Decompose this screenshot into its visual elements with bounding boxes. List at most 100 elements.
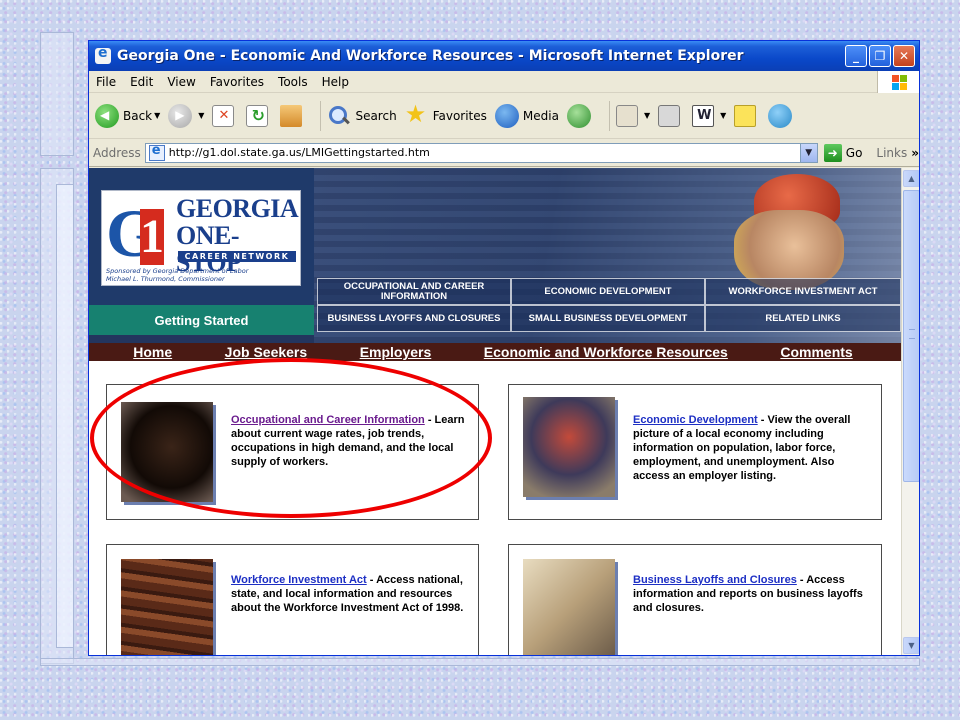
favorites-label: Favorites [432,108,487,123]
scroll-up-button[interactable]: ▲ [903,170,919,187]
georgia-one-stop-logo[interactable]: G 1 GEORGIA ONE-STOP CAREER NETWORK Spon… [101,190,301,286]
dropdown-arrow-icon: ▼ [643,111,651,120]
messenger-button[interactable] [768,103,796,128]
dropdown-arrow-icon: ▼ [154,111,161,120]
address-url: http://g1.dol.state.ga.us/LMIGettingstar… [168,146,430,159]
logo-area: G 1 GEORGIA ONE-STOP CAREER NETWORK Spon… [89,168,314,305]
windows-logo-icon [877,71,919,93]
menu-favorites[interactable]: Favorites [203,75,271,89]
dropdown-arrow-icon: ▼ [198,111,205,120]
toolbar-separator [320,100,322,131]
back-arrow-icon [95,103,119,128]
search-icon [327,104,351,128]
scroll-down-button[interactable]: ▼ [903,637,919,654]
card-workforce-investment: Workforce Investment Act - Access nation… [106,544,479,655]
nav-related-links[interactable]: RELATED LINKS [705,305,901,332]
menu-help[interactable]: Help [315,75,356,89]
address-input[interactable]: http://g1.dol.state.ga.us/LMIGettingstar… [144,142,818,163]
mail-button[interactable]: ▼ [615,104,651,127]
mail-icon [615,104,638,127]
address-bar: Address http://g1.dol.state.ga.us/LMIGet… [89,139,919,167]
g1-logo-mark: G 1 [106,195,164,271]
printer-icon [658,104,681,127]
media-label: Media [522,108,559,123]
nav-occupational-career-information[interactable]: OCCUPATIONAL AND CAREER INFORMATION [317,278,511,305]
address-dropdown-icon[interactable]: ▼ [799,143,817,162]
note-icon [734,104,757,127]
menu-view[interactable]: View [160,75,202,89]
refresh-button[interactable] [246,104,272,127]
nav-comments[interactable]: Comments [780,344,852,360]
vertical-scrollbar[interactable]: ▲ ▼ [901,168,919,655]
nav-workforce-investment-act[interactable]: WORKFORCE INVESTMENT ACT [705,278,901,305]
refresh-icon [246,104,269,127]
stop-button[interactable] [212,104,238,127]
menu-tools[interactable]: Tools [271,75,315,89]
nav-employers[interactable]: Employers [360,344,432,360]
nav-small-business-development[interactable]: SMALL BUSINESS DEVELOPMENT [511,305,705,332]
chevron-right-icon: » [911,145,919,160]
go-label: Go [845,145,863,160]
home-button[interactable] [280,104,306,127]
history-button[interactable] [566,103,595,128]
card-business-layoffs: Business Layoffs and Closures - Access i… [508,544,882,655]
window-title: Georgia One - Economic And Workforce Res… [117,48,744,64]
search-label: Search [355,108,397,123]
page-viewport: G 1 GEORGIA ONE-STOP CAREER NETWORK Spon… [89,168,901,655]
site-header: G 1 GEORGIA ONE-STOP CAREER NETWORK Spon… [89,168,901,343]
links-button[interactable]: Links» [876,146,919,160]
nav-job-seekers[interactable]: Job Seekers [225,344,308,360]
back-label: Back [123,108,153,123]
back-button[interactable]: Back ▼ [95,103,161,128]
history-icon [566,103,591,128]
nav-business-layoffs-closures[interactable]: BUSINESS LAYOFFS AND CLOSURES [317,305,511,332]
site-top-nav: Home Job Seekers Employers Economic and … [89,343,901,361]
card-description: Occupational and Career Information - Le… [231,414,465,468]
menu-file[interactable]: File [89,75,123,89]
menu-edit[interactable]: Edit [123,75,160,89]
card-image [121,559,213,655]
slide-frame-bottom [40,658,920,666]
close-button[interactable]: ✕ [893,45,915,67]
window-controls: _ ❐ ✕ [845,45,915,67]
toolbar-separator [608,100,610,131]
economic-development-link[interactable]: Economic Development [633,414,758,426]
go-button[interactable]: ➜ Go [823,143,863,162]
card-image [523,559,615,655]
nav-economic-workforce-resources[interactable]: Economic and Workforce Resources [484,344,728,360]
maximize-button[interactable]: ❐ [869,45,891,67]
occupational-career-link[interactable]: Occupational and Career Information [231,414,425,426]
nav-home[interactable]: Home [133,344,172,360]
scroll-thumb[interactable] [903,190,919,482]
nav-economic-development[interactable]: ECONOMIC DEVELOPMENT [511,278,705,305]
discuss-button[interactable] [734,104,760,127]
card-image [523,397,615,497]
card-image [121,402,213,502]
word-icon [692,104,715,127]
dropdown-arrow-icon: ▼ [720,111,727,120]
media-button[interactable]: Media [494,103,559,128]
card-description: Business Layoffs and Closures - Access i… [633,574,863,614]
title-bar: Georgia One - Economic And Workforce Res… [89,41,919,71]
print-button[interactable] [658,104,684,127]
standard-toolbar: Back ▼ ▼ Search Favorites Media ▼ [89,93,919,139]
media-icon [494,103,519,128]
favorites-button[interactable]: Favorites [405,100,487,128]
edit-button[interactable]: ▼ [692,104,727,127]
search-button[interactable]: Search [327,104,397,128]
card-occupational-career: Occupational and Career Information - Le… [106,384,479,520]
page-icon [148,143,165,161]
star-icon [405,100,429,128]
slide-frame-top [40,32,74,156]
workforce-investment-link[interactable]: Workforce Investment Act [231,574,367,586]
minimize-button[interactable]: _ [845,45,867,67]
getting-started-link[interactable]: Getting Started [89,305,314,335]
messenger-icon [768,103,793,128]
links-label: Links [876,145,908,160]
menu-bar: File Edit View Favorites Tools Help [89,71,919,93]
address-label: Address [93,145,141,160]
ie-icon [95,45,111,64]
forward-button[interactable]: ▼ [168,103,205,128]
business-layoffs-link[interactable]: Business Layoffs and Closures [633,574,797,586]
logo-career-network: CAREER NETWORK [178,251,296,262]
